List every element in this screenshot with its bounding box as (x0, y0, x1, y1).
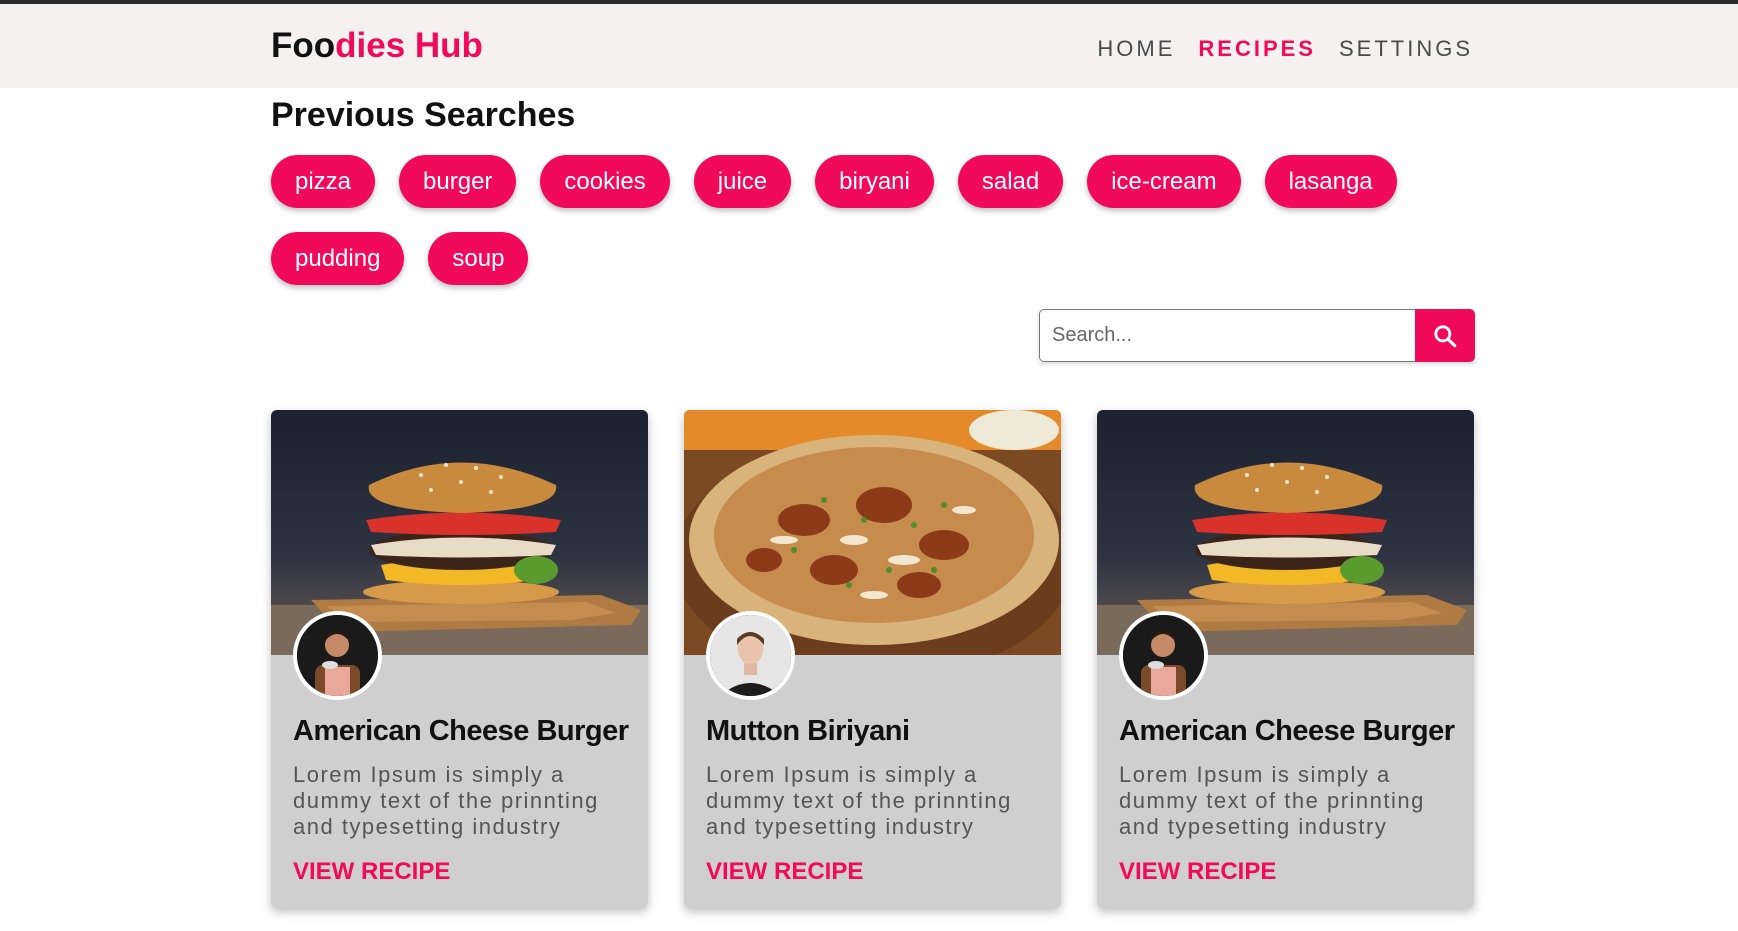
chef-avatar (293, 611, 382, 700)
recipe-description: Lorem Ipsum is simply a dummy text of th… (706, 762, 1012, 839)
logo-text-pink: dies Hub (335, 26, 483, 65)
search-input[interactable] (1039, 309, 1416, 362)
view-recipe-link[interactable]: VIEW RECIPE (706, 858, 863, 886)
nav-recipes[interactable]: RECIPES (1198, 36, 1316, 62)
site-logo[interactable]: Foodies Hub (271, 26, 483, 66)
nav-home[interactable]: HOME (1097, 36, 1175, 62)
chef-avatar (1119, 611, 1208, 700)
search-chip[interactable]: juice (693, 155, 792, 208)
recipe-description: Lorem Ipsum is simply a dummy text of th… (1119, 762, 1425, 839)
man-avatar (706, 611, 795, 700)
recipe-card[interactable]: Mutton Biriyani Lorem Ipsum is simply a … (684, 410, 1061, 908)
search-icon (1434, 324, 1457, 347)
main-nav: HOME RECIPES SETTINGS (1097, 36, 1473, 62)
search-bar (1039, 309, 1475, 362)
search-chip[interactable]: cookies (540, 155, 670, 208)
site-header: Foodies Hub HOME RECIPES SETTINGS (0, 4, 1738, 88)
search-chip[interactable]: soup (428, 232, 529, 285)
previous-searches-list: pizza burger cookies juice biryani salad… (271, 155, 1471, 285)
search-chip[interactable]: pizza (271, 155, 376, 208)
search-chip[interactable]: ice-cream (1087, 155, 1241, 208)
search-button[interactable] (1415, 309, 1475, 362)
recipe-card[interactable]: American Cheese Burger Lorem Ipsum is si… (1097, 410, 1474, 908)
logo-text-dark: Foo (271, 26, 336, 65)
search-chip[interactable]: biryani (815, 155, 934, 208)
search-chip[interactable]: salad (957, 155, 1064, 208)
recipe-card[interactable]: American Cheese Burger Lorem Ipsum is si… (271, 410, 648, 908)
recipe-title: American Cheese Burger (1119, 715, 1455, 747)
previous-searches-title: Previous Searches (271, 96, 576, 134)
search-chip[interactable]: pudding (271, 232, 405, 285)
view-recipe-link[interactable]: VIEW RECIPE (293, 858, 450, 886)
search-chip[interactable]: lasanga (1264, 155, 1397, 208)
recipe-cards: American Cheese Burger Lorem Ipsum is si… (271, 410, 1474, 908)
recipe-title: American Cheese Burger (293, 715, 629, 747)
view-recipe-link[interactable]: VIEW RECIPE (1119, 858, 1276, 886)
search-chip[interactable]: burger (399, 155, 517, 208)
recipe-description: Lorem Ipsum is simply a dummy text of th… (293, 762, 599, 839)
nav-settings[interactable]: SETTINGS (1339, 36, 1473, 62)
recipe-title: Mutton Biriyani (706, 715, 910, 747)
